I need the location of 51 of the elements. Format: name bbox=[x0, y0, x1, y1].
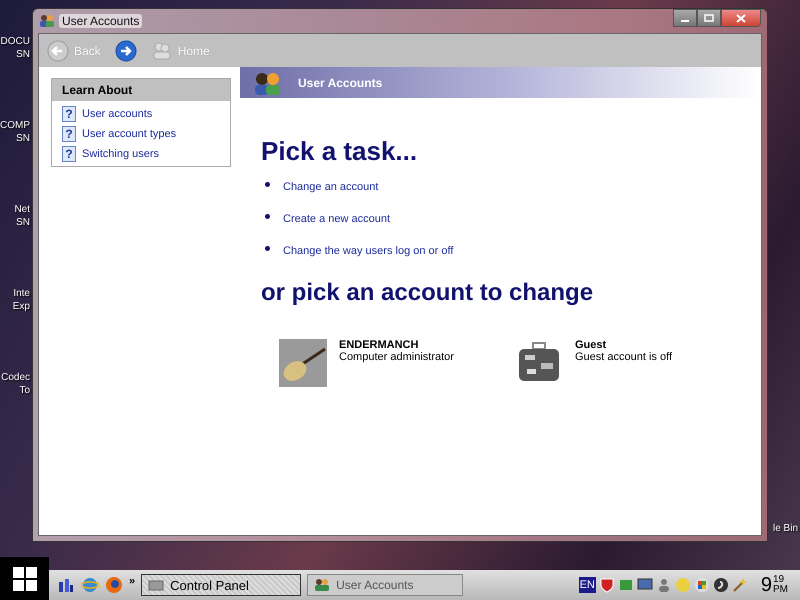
desktop-icon-label[interactable]: Net SN bbox=[0, 203, 30, 229]
account-name: Guest bbox=[575, 339, 608, 351]
window-title: User Accounts bbox=[59, 14, 142, 28]
help-link[interactable]: User account types bbox=[82, 128, 176, 140]
desktop-icon-label[interactable]: Codec To bbox=[0, 371, 30, 397]
overflow-chevron[interactable]: » bbox=[129, 575, 136, 587]
desktop-icon-label[interactable]: COMP SN bbox=[0, 119, 30, 145]
close-button[interactable] bbox=[721, 9, 761, 27]
account-name: ENDERMANCH bbox=[339, 339, 420, 351]
control-panel-icon bbox=[148, 578, 164, 592]
account-type: Guest account is off bbox=[575, 351, 672, 363]
taskbar-button[interactable]: User Accounts bbox=[307, 574, 464, 596]
windows-logo-icon bbox=[12, 566, 36, 590]
help-icon: ? bbox=[62, 146, 76, 162]
account-tile[interactable]: ENDERMANCH Computer administrator bbox=[279, 339, 515, 387]
bullet-icon bbox=[265, 182, 270, 186]
help-link[interactable]: Switching users bbox=[82, 148, 160, 160]
minimize-button[interactable] bbox=[673, 9, 697, 27]
tray-icon[interactable] bbox=[712, 577, 729, 593]
browser-icon[interactable] bbox=[105, 576, 123, 594]
flag-icon[interactable] bbox=[694, 577, 710, 593]
account-type: Computer administrator bbox=[339, 351, 454, 363]
account-tile[interactable]: Guest Guest account is off bbox=[515, 339, 751, 387]
desktop-icon-label[interactable]: Inte Exp bbox=[0, 287, 30, 313]
maximize-button[interactable] bbox=[697, 9, 721, 27]
bullet-icon bbox=[265, 246, 270, 250]
wand-icon[interactable] bbox=[732, 577, 748, 593]
taskbar-button[interactable]: Control Panel bbox=[141, 574, 302, 596]
desktop-icon-label[interactable]: le Bin bbox=[772, 522, 798, 535]
users-icon bbox=[314, 578, 330, 592]
help-link[interactable]: User accounts bbox=[82, 108, 152, 120]
start-button[interactable] bbox=[0, 557, 49, 600]
maximize-icon bbox=[704, 14, 714, 22]
account-heading: or pick an account to change bbox=[261, 279, 594, 307]
task-link[interactable]: Change the way users log on or off bbox=[283, 245, 454, 257]
shield-icon[interactable] bbox=[598, 577, 615, 593]
help-icon: ? bbox=[62, 106, 76, 122]
bullet-icon bbox=[265, 214, 270, 218]
task-heading: Pick a task... bbox=[261, 136, 418, 167]
banner-title: User Accounts bbox=[298, 76, 382, 90]
task-link[interactable]: Change an account bbox=[283, 181, 378, 193]
desktop-icon-label[interactable]: DOCU SN bbox=[0, 35, 30, 61]
language-indicator[interactable]: EN bbox=[578, 577, 596, 593]
browser-icon[interactable] bbox=[81, 576, 99, 594]
users-icon bbox=[150, 40, 173, 60]
users-icon bbox=[39, 14, 55, 28]
help-icon: ? bbox=[62, 126, 76, 142]
task-link[interactable]: Create a new account bbox=[283, 213, 390, 225]
close-icon bbox=[736, 14, 746, 22]
panel-title: Learn About bbox=[52, 79, 230, 101]
chart-icon[interactable] bbox=[57, 576, 75, 594]
